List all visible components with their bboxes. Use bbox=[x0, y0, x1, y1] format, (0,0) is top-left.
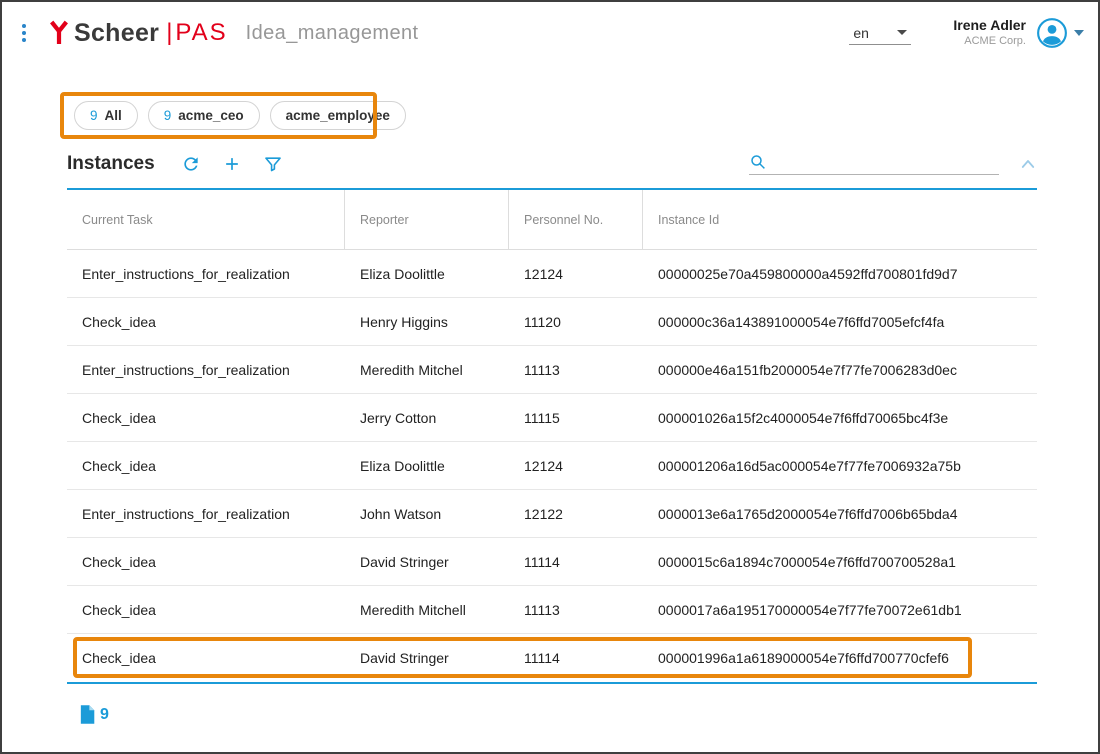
section-title: Instances bbox=[67, 153, 155, 175]
language-selected-value: en bbox=[853, 25, 869, 41]
cell-current-task: Check_idea bbox=[67, 410, 345, 426]
chip-count: 9 bbox=[164, 108, 172, 123]
table-row[interactable]: Check_idea Eliza Doolittle 12124 0000012… bbox=[67, 442, 1037, 490]
filter-chips: 9 All 9 acme_ceo acme_employee bbox=[74, 101, 406, 130]
brand-logo: Scheer | PAS bbox=[48, 19, 228, 48]
menu-kebab-icon[interactable] bbox=[16, 18, 32, 48]
chip-count: 9 bbox=[90, 108, 98, 123]
cell-current-task: Check_idea bbox=[67, 554, 345, 570]
cell-current-task: Enter_instructions_for_realization bbox=[67, 506, 345, 522]
cell-personnel-no: 11113 bbox=[509, 362, 643, 378]
chevron-up-icon bbox=[1019, 157, 1037, 171]
cell-current-task: Enter_instructions_for_realization bbox=[67, 266, 345, 282]
instances-toolbar: Instances bbox=[67, 148, 1037, 180]
filter-chip-all[interactable]: 9 All bbox=[74, 101, 138, 130]
cell-reporter: Eliza Doolittle bbox=[345, 266, 509, 282]
cell-current-task: Check_idea bbox=[67, 314, 345, 330]
table-header-row: Current Task Reporter Personnel No. Inst… bbox=[67, 190, 1037, 250]
cell-personnel-no: 11114 bbox=[509, 554, 643, 570]
cell-instance-id: 00000025e70a459800000a4592ffd700801fd9d7 bbox=[643, 266, 1037, 282]
cell-personnel-no: 11113 bbox=[509, 602, 643, 618]
cell-current-task: Check_idea bbox=[67, 458, 345, 474]
cell-current-task: Check_idea bbox=[67, 650, 345, 666]
cell-reporter: David Stringer bbox=[345, 650, 509, 666]
cell-personnel-no: 12122 bbox=[509, 506, 643, 522]
table-row[interactable]: Check_idea Meredith Mitchell 11113 00000… bbox=[67, 586, 1037, 634]
cell-current-task: Enter_instructions_for_realization bbox=[67, 362, 345, 378]
cell-instance-id: 000001206a16d5ac000054e7f77fe7006932a75b bbox=[643, 458, 1037, 474]
table-row[interactable]: Enter_instructions_for_realization Mered… bbox=[67, 346, 1037, 394]
cell-instance-id: 0000013e6a1765d2000054e7f6ffd7006b65bda4 bbox=[643, 506, 1037, 522]
cell-reporter: Meredith Mitchel bbox=[345, 362, 509, 378]
cell-personnel-no: 12124 bbox=[509, 458, 643, 474]
cell-reporter: John Watson bbox=[345, 506, 509, 522]
column-header-reporter[interactable]: Reporter bbox=[345, 190, 509, 249]
chevron-down-icon bbox=[897, 30, 907, 35]
chip-label: acme_employee bbox=[286, 108, 390, 123]
brand-product: PAS bbox=[175, 19, 227, 47]
record-count: 9 bbox=[100, 706, 109, 724]
scheer-logo-icon bbox=[48, 20, 70, 46]
chip-label: All bbox=[105, 108, 122, 123]
user-avatar-icon[interactable] bbox=[1036, 17, 1068, 49]
user-name: Irene Adler bbox=[953, 17, 1026, 35]
cell-instance-id: 0000017a6a195170000054e7f77fe70072e61db1 bbox=[643, 602, 1037, 618]
search-box bbox=[749, 153, 999, 175]
cell-instance-id: 0000015c6a1894c7000054e7f6ffd700700528a1 bbox=[643, 554, 1037, 570]
filter-icon[interactable] bbox=[263, 154, 283, 174]
cell-instance-id: 000000c36a143891000054e7f6ffd7005efcf4fa bbox=[643, 314, 1037, 330]
user-info: Irene Adler ACME Corp. bbox=[953, 17, 1026, 48]
table-row[interactable]: Check_idea Jerry Cotton 11115 000001026a… bbox=[67, 394, 1037, 442]
document-count-icon bbox=[78, 704, 95, 725]
cell-current-task: Check_idea bbox=[67, 602, 345, 618]
cell-reporter: Eliza Doolittle bbox=[345, 458, 509, 474]
add-icon[interactable] bbox=[222, 154, 242, 174]
cell-reporter: Jerry Cotton bbox=[345, 410, 509, 426]
app-window: Scheer | PAS Idea_management en Irene Ad… bbox=[0, 0, 1100, 754]
filter-chip-acme-employee[interactable]: acme_employee bbox=[270, 101, 406, 130]
user-menu-chevron-icon[interactable] bbox=[1074, 30, 1084, 36]
instances-table: Current Task Reporter Personnel No. Inst… bbox=[67, 188, 1037, 684]
cell-instance-id: 000001026a15f2c4000054e7f6ffd70065bc4f3e bbox=[643, 410, 1037, 426]
search-icon[interactable] bbox=[749, 153, 767, 171]
table-row[interactable]: Check_idea David Stringer 11114 0000015c… bbox=[67, 538, 1037, 586]
refresh-icon[interactable] bbox=[181, 154, 201, 174]
table-row[interactable]: Check_idea David Stringer 11114 00000199… bbox=[67, 634, 1037, 682]
user-org: ACME Corp. bbox=[953, 35, 1026, 49]
table-footer: 9 bbox=[78, 704, 109, 725]
cell-reporter: Meredith Mitchell bbox=[345, 602, 509, 618]
cell-instance-id: 000000e46a151fb2000054e7f77fe7006283d0ec bbox=[643, 362, 1037, 378]
column-header-personnel-no[interactable]: Personnel No. bbox=[509, 190, 643, 249]
table-row[interactable]: Enter_instructions_for_realization Eliza… bbox=[67, 250, 1037, 298]
cell-personnel-no: 11114 bbox=[509, 650, 643, 666]
search-input[interactable] bbox=[773, 154, 999, 170]
cell-reporter: David Stringer bbox=[345, 554, 509, 570]
column-header-current-task[interactable]: Current Task bbox=[67, 190, 345, 249]
cell-instance-id: 000001996a1a6189000054e7f6ffd700770cfef6 bbox=[643, 650, 1037, 666]
cell-personnel-no: 11120 bbox=[509, 314, 643, 330]
cell-reporter: Henry Higgins bbox=[345, 314, 509, 330]
brand-divider: | bbox=[166, 19, 172, 47]
cell-personnel-no: 12124 bbox=[509, 266, 643, 282]
app-header: Scheer | PAS Idea_management en Irene Ad… bbox=[2, 2, 1098, 64]
chip-label: acme_ceo bbox=[178, 108, 243, 123]
filter-chip-acme-ceo[interactable]: 9 acme_ceo bbox=[148, 101, 260, 130]
table-row[interactable]: Enter_instructions_for_realization John … bbox=[67, 490, 1037, 538]
language-select[interactable]: en bbox=[849, 22, 911, 45]
column-header-instance-id[interactable]: Instance Id bbox=[643, 190, 1037, 249]
collapse-panel-button[interactable] bbox=[1019, 157, 1037, 171]
brand-name: Scheer bbox=[74, 19, 159, 48]
table-row[interactable]: Check_idea Henry Higgins 11120 000000c36… bbox=[67, 298, 1037, 346]
page-title: Idea_management bbox=[246, 22, 419, 45]
cell-personnel-no: 11115 bbox=[509, 410, 643, 426]
